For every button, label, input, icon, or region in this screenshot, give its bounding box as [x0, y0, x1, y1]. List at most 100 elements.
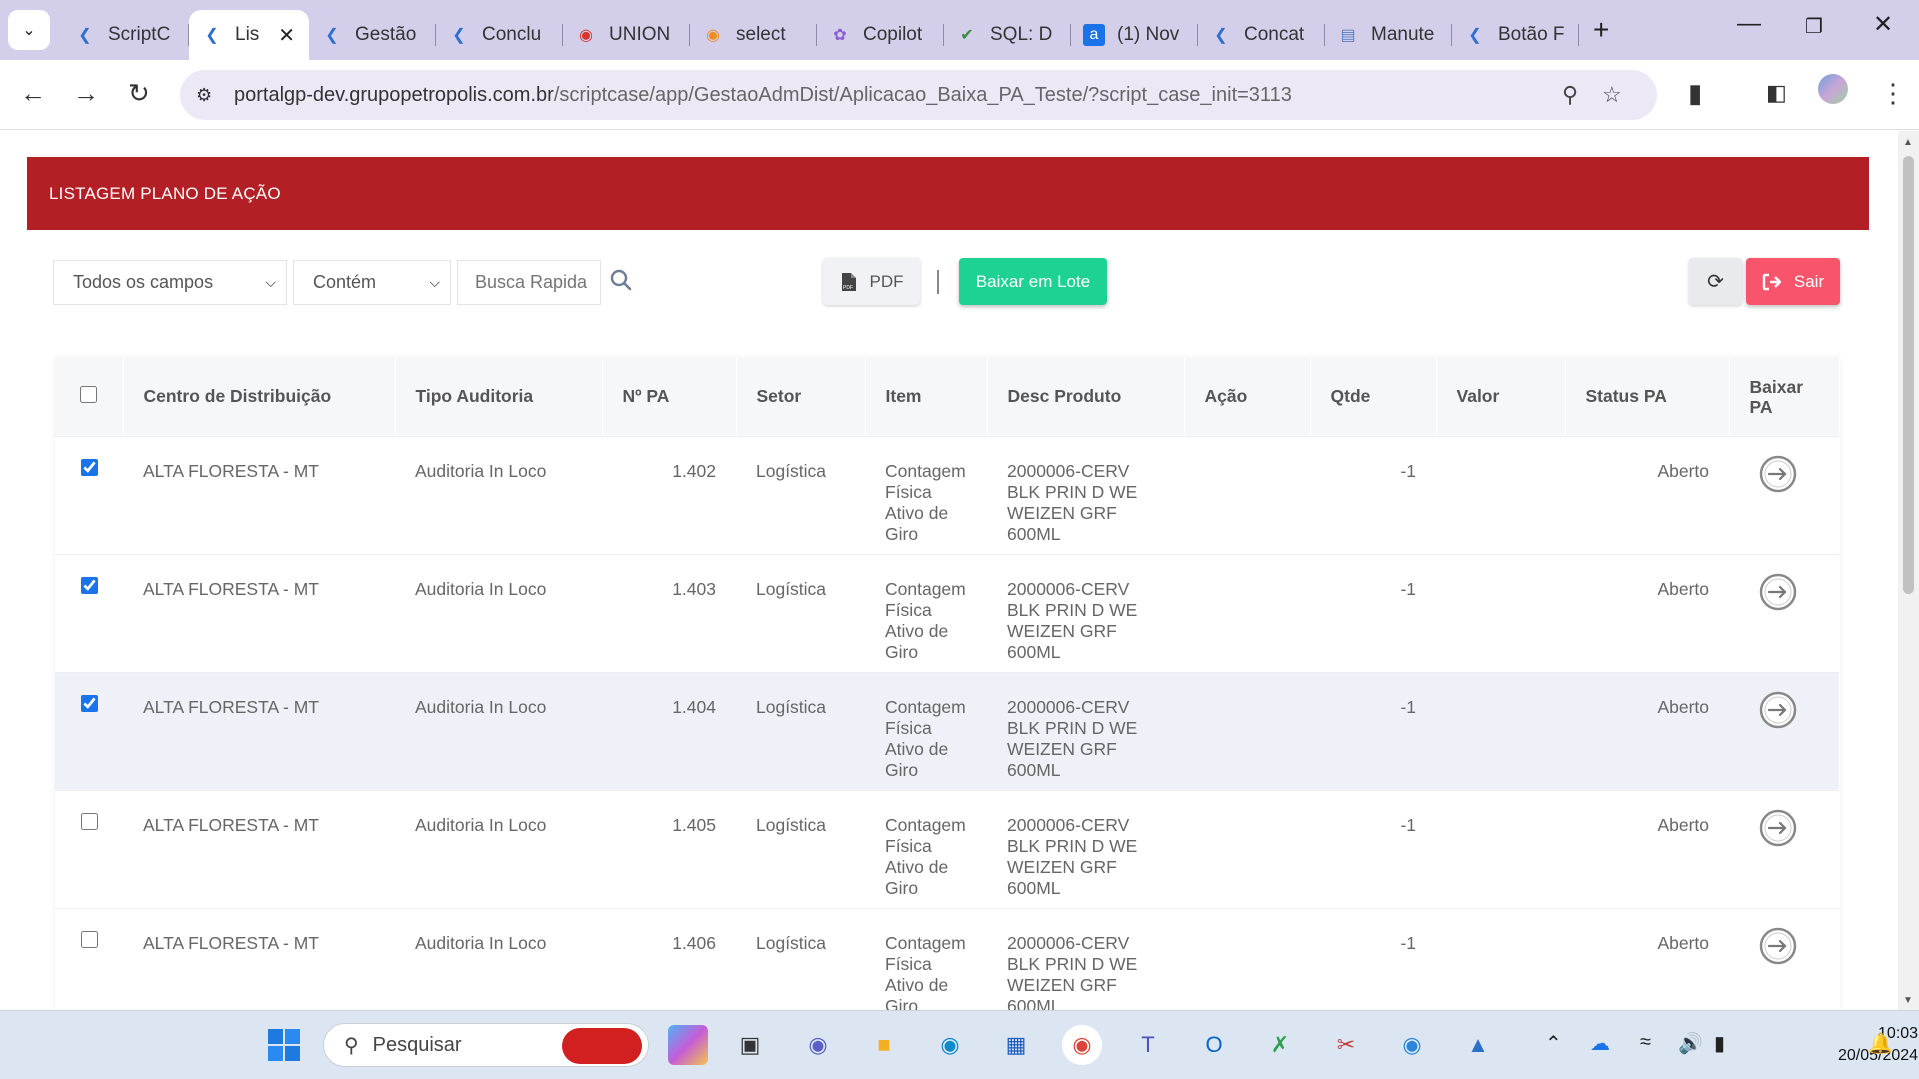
field-select[interactable]: Todos os campos ⌵	[53, 260, 287, 305]
extensions-icon[interactable]: ▮	[1688, 78, 1702, 109]
outlook-icon[interactable]: O	[1194, 1025, 1234, 1065]
browser-tab[interactable]: ❮ Conclu	[436, 10, 563, 60]
browser-tab[interactable]: ❮ ScriptC	[62, 10, 189, 60]
select-all-checkbox[interactable]	[80, 385, 98, 403]
restore-icon[interactable]: ❐	[1805, 14, 1823, 39]
table-header-row: Centro de Distribuição Tipo Auditoria Nº…	[55, 358, 1840, 436]
task-view-icon[interactable]: ▣	[730, 1025, 770, 1065]
acao-cell	[1184, 789, 1310, 908]
scroll-up-icon[interactable]: ▲	[1903, 137, 1913, 148]
store-icon[interactable]: ▦	[996, 1025, 1036, 1065]
onedrive-icon[interactable]: ☁	[1590, 1031, 1610, 1056]
side-panel-icon[interactable]: ◧	[1766, 80, 1787, 106]
row-select-cell	[55, 435, 123, 554]
table-row[interactable]: ALTA FLORESTA - MT Auditoria In Loco 1.402…	[55, 435, 1839, 554]
col-header-num-pa[interactable]: Nº PA	[602, 358, 737, 436]
teams-new-icon[interactable]: T	[1128, 1025, 1168, 1065]
browser-tab[interactable]: ❮ Botão F	[1452, 10, 1579, 60]
volume-icon[interactable]: 🔊	[1678, 1031, 1703, 1056]
row-checkbox[interactable]	[80, 812, 98, 830]
edge-icon[interactable]: ◉	[930, 1025, 970, 1065]
exit-button-label: Sair	[1793, 271, 1825, 291]
table-row[interactable]: ALTA FLORESTA - MT Auditoria In Loco 1.405…	[55, 789, 1839, 908]
col-header-setor[interactable]: Setor	[736, 358, 866, 436]
copilot-pre-icon[interactable]	[668, 1025, 708, 1065]
forward-icon[interactable]: →	[73, 78, 99, 109]
minimize-icon[interactable]: —	[1737, 10, 1761, 38]
col-header-desc[interactable]: Desc Produto	[987, 358, 1185, 436]
col-header-centro[interactable]: Centro de Distribuição	[123, 358, 396, 436]
reload-icon[interactable]: ↻	[128, 78, 150, 109]
notifications-bell-icon[interactable]: 🔔	[1868, 1031, 1893, 1056]
exit-button[interactable]: Sair	[1746, 258, 1840, 305]
tab-search-button[interactable]: ⌄	[8, 10, 50, 50]
browser-tab[interactable]: ❮ Lis ✕	[189, 10, 309, 60]
more-menu-icon[interactable]: ⋮	[1880, 78, 1906, 109]
refresh-button[interactable]: ⟳	[1689, 258, 1742, 305]
file-explorer-icon[interactable]: ■	[864, 1025, 904, 1065]
scrollbar-thumb[interactable]	[1903, 156, 1914, 594]
baixar-pa-icon[interactable]	[1757, 453, 1799, 495]
photos-icon[interactable]: ▲	[1458, 1025, 1498, 1065]
browser-tab[interactable]: ◉ select	[690, 10, 817, 60]
tools-app-icon[interactable]: ✗	[1260, 1025, 1300, 1065]
col-header-tipo[interactable]: Tipo Auditoria	[395, 358, 603, 436]
close-window-icon[interactable]: ✕	[1873, 10, 1893, 39]
col-header-qtde[interactable]: Qtde	[1310, 358, 1437, 436]
action-plan-table: Centro de Distribuição Tipo Auditoria Nº…	[55, 358, 1840, 1010]
url-text[interactable]: portalgp-dev.grupopetropolis.com.br/scri…	[234, 84, 1292, 107]
browser-tab[interactable]: a (1) Nov	[1071, 10, 1198, 60]
browser-tab[interactable]: ✿ Copilot	[817, 10, 944, 60]
row-checkbox[interactable]	[80, 576, 98, 594]
search-icon[interactable]	[609, 268, 633, 292]
col-header-valor[interactable]: Valor	[1436, 358, 1566, 436]
col-header-status[interactable]: Status PA	[1565, 358, 1730, 436]
bookmark-star-icon[interactable]: ☆	[1602, 82, 1622, 108]
site-info-icon[interactable]: ⚙	[196, 85, 226, 106]
baixar-em-lote-button[interactable]: Baixar em Lote	[959, 258, 1107, 305]
table-row[interactable]: ALTA FLORESTA - MT Auditoria In Loco 1.406…	[55, 907, 1839, 1010]
back-icon[interactable]: ←	[20, 78, 46, 109]
baixar-pa-icon[interactable]	[1757, 571, 1799, 613]
paint-icon[interactable]: ◉	[1392, 1025, 1432, 1065]
chrome-icon[interactable]: ◉	[1062, 1025, 1102, 1065]
pdf-export-button[interactable]: PDF PDF	[823, 258, 920, 305]
battery-icon[interactable]: ▮	[1714, 1031, 1725, 1056]
profile-avatar[interactable]	[1818, 74, 1848, 104]
close-tab-icon[interactable]: ✕	[278, 23, 295, 48]
browser-tab[interactable]: ▤ Manute	[1325, 10, 1452, 60]
col-header-item[interactable]: Item	[865, 358, 988, 436]
tray-overflow-icon[interactable]: ⌃	[1545, 1031, 1562, 1056]
row-checkbox[interactable]	[80, 458, 98, 476]
browser-tab[interactable]: ◉ UNION	[563, 10, 690, 60]
new-tab-button[interactable]: +	[1593, 14, 1609, 46]
table-row[interactable]: ALTA FLORESTA - MT Auditoria In Loco 1.403…	[55, 553, 1839, 672]
scroll-down-icon[interactable]: ▼	[1903, 995, 1913, 1006]
baixar-pa-icon[interactable]	[1757, 925, 1799, 967]
row-select-cell	[55, 907, 123, 1010]
acao-cell	[1184, 553, 1310, 672]
taskbar-search[interactable]: ⚲ Pesquisar	[323, 1023, 649, 1067]
page-scrollbar[interactable]: ▲ ▼	[1898, 131, 1919, 1010]
wifi-icon[interactable]: ≈	[1640, 1031, 1651, 1054]
tab-label: Gestão	[355, 24, 417, 45]
col-header-acao[interactable]: Ação	[1184, 358, 1311, 436]
quick-search-input[interactable]	[457, 260, 601, 305]
browser-tab[interactable]: ❮ Gestão	[309, 10, 436, 60]
centro-cell: ALTA FLORESTA - MT	[123, 907, 395, 1010]
address-bar[interactable]: ⚙ portalgp-dev.grupopetropolis.com.br/sc…	[180, 70, 1657, 120]
svg-text:PDF: PDF	[843, 285, 853, 291]
teams-chat-icon[interactable]: ◉	[798, 1025, 838, 1065]
operator-select[interactable]: Contém ⌵	[293, 260, 451, 305]
baixar-pa-icon[interactable]	[1757, 807, 1799, 849]
zoom-icon[interactable]: ⚲	[1562, 82, 1578, 108]
row-checkbox[interactable]	[80, 930, 98, 948]
row-checkbox[interactable]	[80, 694, 98, 712]
browser-tab[interactable]: ✔ SQL: D	[944, 10, 1071, 60]
browser-tab[interactable]: ❮ Concat	[1198, 10, 1325, 60]
refresh-icon: ⟳	[1707, 271, 1724, 293]
table-row[interactable]: ALTA FLORESTA - MT Auditoria In Loco 1.404…	[55, 671, 1839, 790]
baixar-pa-icon[interactable]	[1757, 689, 1799, 731]
windows-start-icon[interactable]	[264, 1025, 304, 1065]
snipping-tool-icon[interactable]: ✂	[1326, 1025, 1366, 1065]
